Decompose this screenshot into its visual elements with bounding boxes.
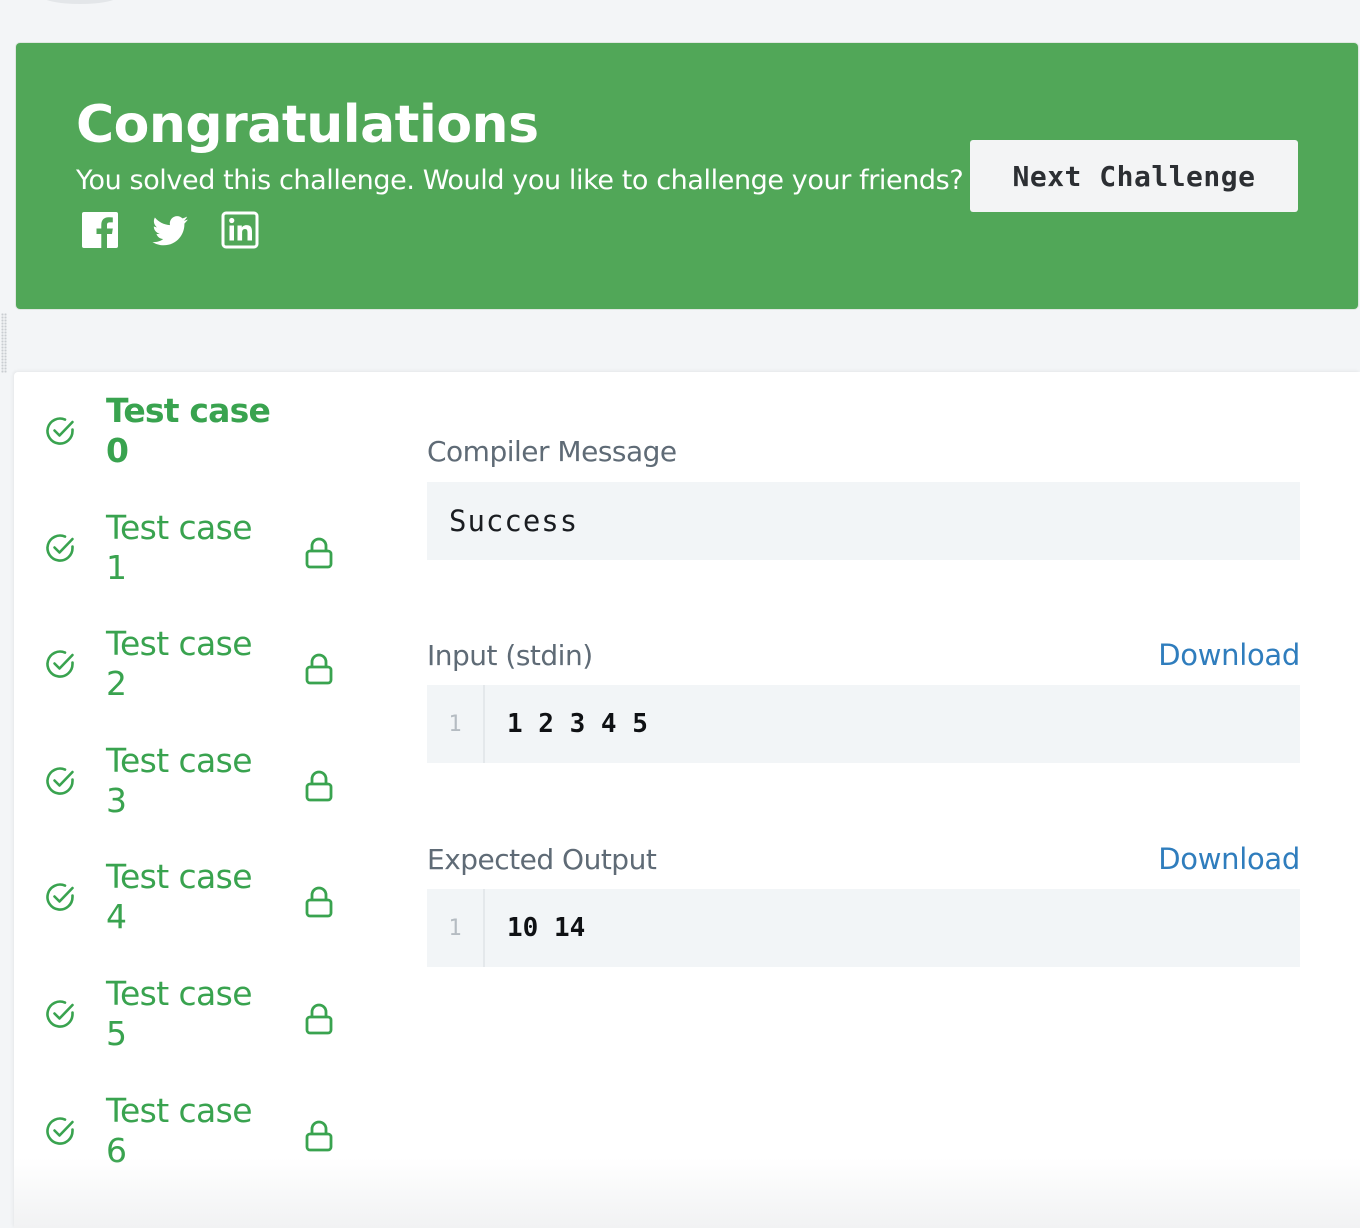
- linkedin-icon[interactable]: [220, 210, 260, 250]
- expected-output-download-link[interactable]: Download: [1158, 841, 1300, 877]
- test-case-tab[interactable]: Test case 0: [44, 391, 374, 470]
- test-case-tab[interactable]: Test case 4: [44, 857, 374, 936]
- lock-icon: [305, 537, 333, 569]
- check-circle-icon: [46, 767, 74, 795]
- twitter-icon[interactable]: [150, 210, 190, 250]
- next-challenge-button[interactable]: Next Challenge: [970, 140, 1298, 212]
- expected-output-code-box: 1 10 14: [427, 889, 1300, 967]
- compiler-message-box: Success: [427, 482, 1300, 560]
- lock-icon: [305, 770, 333, 802]
- resize-handle[interactable]: [1, 313, 7, 373]
- expected-output-content: 10 14: [507, 913, 586, 943]
- input-content: 1 2 3 4 5: [507, 709, 648, 739]
- check-circle-icon: [46, 534, 74, 562]
- test-case-label: Test case 3: [106, 741, 253, 820]
- lock-icon: [305, 1003, 333, 1035]
- compiler-message-text: Success: [449, 504, 579, 538]
- test-case-tab[interactable]: Test case 6: [44, 1091, 374, 1170]
- input-download-link[interactable]: Download: [1158, 637, 1300, 673]
- test-case-label: Test case 5: [106, 974, 253, 1053]
- compiler-message-title: Compiler Message: [427, 435, 677, 468]
- success-banner: Congratulations You solved this challeng…: [16, 43, 1358, 309]
- input-title: Input (stdin): [427, 639, 593, 672]
- lock-icon: [305, 653, 333, 685]
- facebook-icon[interactable]: [80, 210, 120, 250]
- test-results-panel: Test case 0 Test case 1 Test case 2 Test…: [14, 372, 1360, 1228]
- test-case-tab[interactable]: Test case 5: [44, 974, 374, 1053]
- line-number: 1: [427, 889, 485, 967]
- test-case-label: Test case 0: [106, 391, 271, 470]
- banner-subtitle: You solved this challenge. Would you lik…: [76, 165, 964, 196]
- lock-icon: [305, 1120, 333, 1152]
- check-circle-icon: [46, 1117, 74, 1145]
- test-case-tab[interactable]: Test case 1: [44, 508, 374, 587]
- test-case-tab[interactable]: Test case 2: [44, 624, 374, 703]
- check-circle-icon: [46, 650, 74, 678]
- top-shadow: [40, 0, 120, 4]
- test-case-tab[interactable]: Test case 3: [44, 741, 374, 820]
- check-circle-icon: [46, 417, 74, 445]
- check-circle-icon: [46, 883, 74, 911]
- test-case-label: Test case 2: [106, 624, 253, 703]
- lock-icon: [305, 886, 333, 918]
- line-number: 1: [427, 685, 485, 763]
- test-case-label: Test case 4: [106, 857, 253, 936]
- input-code-box: 1 1 2 3 4 5: [427, 685, 1300, 763]
- check-circle-icon: [46, 1000, 74, 1028]
- test-case-label: Test case 1: [106, 508, 253, 587]
- social-share: [80, 210, 260, 250]
- panel-fade: [14, 1158, 1360, 1228]
- banner-title: Congratulations: [76, 95, 539, 155]
- expected-output-title: Expected Output: [427, 843, 657, 876]
